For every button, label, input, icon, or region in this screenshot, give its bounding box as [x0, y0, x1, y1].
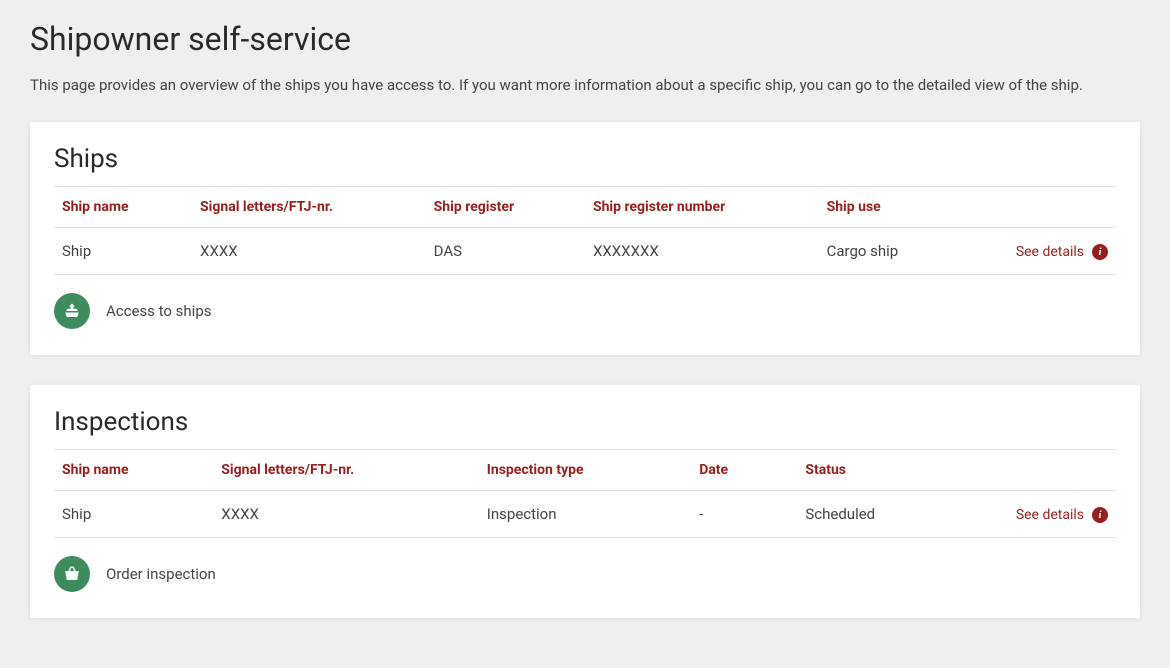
col-register-number: Ship register number [585, 187, 819, 228]
cell-status: Scheduled [797, 491, 956, 538]
cell-register: DAS [426, 228, 585, 275]
page-description: This page provides an overview of the sh… [30, 76, 1140, 94]
see-details-link[interactable]: See details i [1016, 244, 1108, 260]
col-use: Ship use [819, 187, 978, 228]
cell-register-number: XXXXXXX [585, 228, 819, 275]
ships-table: Ship name Signal letters/FTJ-nr. Ship re… [54, 186, 1116, 275]
inspections-table-header: Ship name Signal letters/FTJ-nr. Inspect… [54, 450, 1116, 491]
cell-signal: XXXX [213, 491, 479, 538]
cell-use: Cargo ship [819, 228, 978, 275]
col-register: Ship register [426, 187, 585, 228]
order-inspection-action[interactable]: Order inspection [54, 556, 1116, 592]
info-icon: i [1092, 244, 1108, 260]
order-inspection-label: Order inspection [106, 565, 216, 583]
col-date: Date [691, 450, 797, 491]
col-signal: Signal letters/FTJ-nr. [192, 187, 426, 228]
cell-signal: XXXX [192, 228, 426, 275]
inspections-card: Inspections Ship name Signal letters/FTJ… [30, 385, 1140, 618]
col-inspection-type: Inspection type [479, 450, 691, 491]
see-details-label: See details [1016, 507, 1084, 523]
col-signal: Signal letters/FTJ-nr. [213, 450, 479, 491]
page-title: Shipowner self-service [30, 20, 1140, 58]
cell-date: - [691, 491, 797, 538]
col-status: Status [797, 450, 956, 491]
ships-card: Ships Ship name Signal letters/FTJ-nr. S… [30, 122, 1140, 355]
ship-icon [54, 293, 90, 329]
inspections-card-title: Inspections [54, 407, 1116, 437]
col-ship-name: Ship name [54, 450, 213, 491]
table-row: Ship XXXX DAS XXXXXXX Cargo ship See det… [54, 228, 1116, 275]
cell-ship-name: Ship [54, 228, 192, 275]
cell-ship-name: Ship [54, 491, 213, 538]
ships-card-title: Ships [54, 144, 1116, 174]
access-to-ships-action[interactable]: Access to ships [54, 293, 1116, 329]
cell-inspection-type: Inspection [479, 491, 691, 538]
info-icon: i [1092, 507, 1108, 523]
see-details-link[interactable]: See details i [1016, 507, 1108, 523]
see-details-label: See details [1016, 244, 1084, 260]
col-ship-name: Ship name [54, 187, 192, 228]
table-row: Ship XXXX Inspection - Scheduled See det… [54, 491, 1116, 538]
access-to-ships-label: Access to ships [106, 302, 212, 320]
ships-table-header: Ship name Signal letters/FTJ-nr. Ship re… [54, 187, 1116, 228]
inspections-table: Ship name Signal letters/FTJ-nr. Inspect… [54, 449, 1116, 538]
basket-icon [54, 556, 90, 592]
